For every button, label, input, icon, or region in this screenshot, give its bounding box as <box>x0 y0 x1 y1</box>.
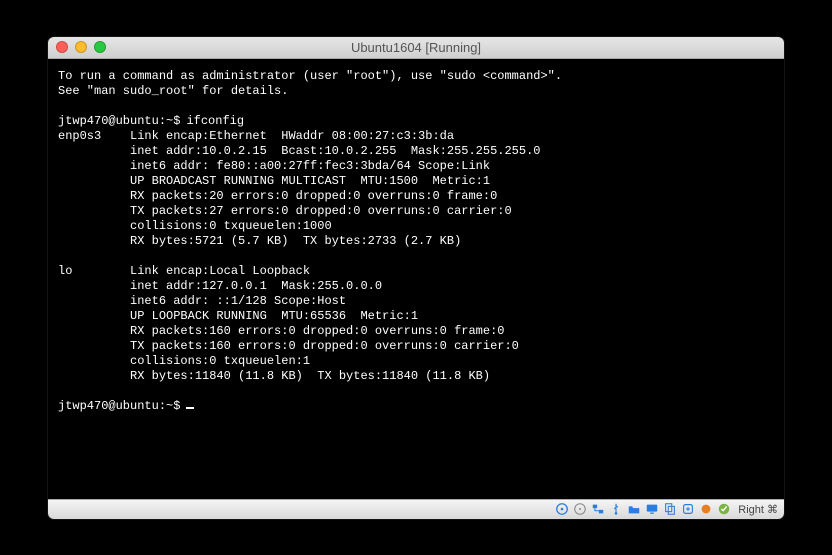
prompt-symbol: $ <box>173 399 180 414</box>
shared-folder-icon[interactable] <box>626 501 642 517</box>
titlebar: Ubuntu1604 [Running] <box>48 37 784 59</box>
terminal-viewport[interactable]: To run a command as administrator (user … <box>48 59 784 499</box>
drag-drop-icon[interactable] <box>680 501 696 517</box>
features-icon[interactable] <box>716 501 732 517</box>
prompt-path: :~ <box>159 399 173 414</box>
vm-window: Ubuntu1604 [Running] To run a command as… <box>48 37 784 519</box>
optical-disk-icon[interactable] <box>572 501 588 517</box>
command-text: ifconfig <box>186 114 244 129</box>
prompt-line-2: jtwp470@ubuntu:~$ <box>58 399 774 414</box>
prompt-symbol: $ <box>173 114 180 129</box>
clipboard-icon[interactable] <box>662 501 678 517</box>
statusbar: Right ⌘ <box>48 499 784 519</box>
cursor-icon <box>186 407 194 409</box>
window-title: Ubuntu1604 [Running] <box>48 40 784 55</box>
recording-icon[interactable] <box>698 501 714 517</box>
terminal-intro: To run a command as administrator (user … <box>58 69 562 98</box>
prompt-line-1: jtwp470@ubuntu:~$ ifconfig <box>58 114 774 129</box>
terminal-output: enp0s3 Link encap:Ethernet HWaddr 08:00:… <box>58 129 540 383</box>
prompt-userhost: jtwp470@ubuntu <box>58 114 159 129</box>
prompt-userhost: jtwp470@ubuntu <box>58 399 159 414</box>
usb-icon[interactable] <box>608 501 624 517</box>
hard-disk-icon[interactable] <box>554 501 570 517</box>
display-icon[interactable] <box>644 501 660 517</box>
prompt-path: :~ <box>159 114 173 129</box>
network-icon[interactable] <box>590 501 606 517</box>
host-key-label: Right ⌘ <box>738 503 778 516</box>
